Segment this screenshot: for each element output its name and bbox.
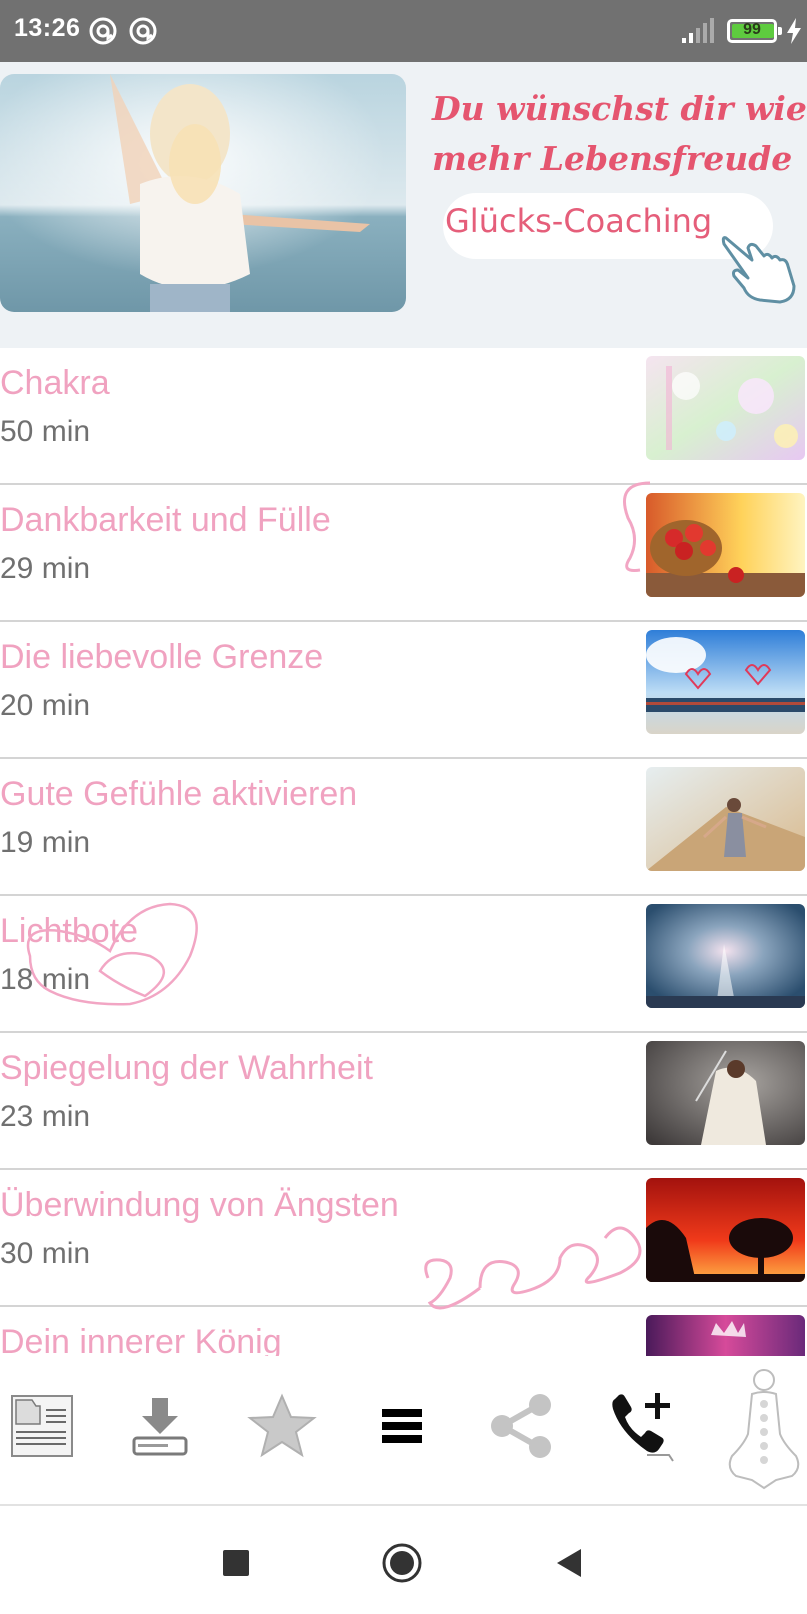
item-thumbnail	[646, 904, 805, 1008]
item-thumbnail	[646, 1178, 805, 1282]
sync-icon	[89, 17, 117, 45]
recents-button[interactable]	[211, 1538, 261, 1588]
menu-icon	[382, 1409, 422, 1443]
star-icon	[247, 1393, 317, 1458]
favorite-button[interactable]	[242, 1386, 322, 1466]
banner-photo	[0, 74, 406, 312]
item-title: Spiegelung der Wahrheit	[0, 1049, 373, 1087]
item-title: Dein innerer König	[0, 1323, 282, 1356]
status-time: 13:26	[14, 14, 81, 42]
coaching-button-label: Glücks-Coaching	[445, 202, 713, 240]
list-item[interactable]: Spiegelung der Wahrheit 23 min	[0, 1033, 807, 1170]
document-button[interactable]	[2, 1386, 82, 1466]
item-duration: 29 min	[0, 552, 91, 585]
item-thumbnail	[646, 1041, 805, 1145]
add-call-button[interactable]	[602, 1386, 682, 1466]
bottom-toolbar	[0, 1356, 807, 1506]
item-title: Dankbarkeit und Fülle	[0, 501, 331, 539]
share-button[interactable]	[482, 1386, 562, 1466]
list-menu-button[interactable]	[362, 1386, 442, 1466]
list-item[interactable]: Dein innerer König	[0, 1307, 807, 1356]
item-duration: 20 min	[0, 689, 91, 722]
back-button[interactable]	[544, 1538, 594, 1588]
home-button[interactable]	[377, 1538, 427, 1588]
pointing-hand-icon	[721, 236, 796, 304]
add-call-icon	[612, 1393, 674, 1462]
list-item[interactable]: Überwindung von Ängsten 30 min	[0, 1170, 807, 1307]
item-title: Überwindung von Ängsten	[0, 1186, 399, 1224]
download-button[interactable]	[120, 1386, 200, 1466]
home-icon	[382, 1543, 422, 1583]
back-icon	[557, 1549, 581, 1577]
navigation-bar	[0, 1508, 807, 1614]
battery-level: 99	[743, 21, 761, 38]
banner-headline: Du wünschst dir wieder mehr Lebensfreude…	[432, 84, 807, 184]
battery-icon: 99	[727, 19, 782, 43]
sync-icon	[129, 17, 157, 45]
banner-headline-line2: mehr Lebensfreude ?	[432, 139, 807, 178]
status-bar: 13:26 99	[0, 0, 807, 62]
recents-icon	[223, 1550, 249, 1576]
chakra-body-icon	[728, 1369, 800, 1490]
share-icon	[491, 1394, 551, 1458]
item-duration: 23 min	[0, 1100, 91, 1133]
item-duration: 50 min	[0, 415, 91, 448]
download-icon	[132, 1398, 188, 1456]
chakra-button[interactable]	[722, 1364, 806, 1496]
item-title: Die liebevolle Grenze	[0, 638, 324, 676]
banner-headline-line1: Du wünschst dir wieder	[432, 89, 807, 128]
item-thumbnail	[646, 630, 805, 734]
signal-icon	[682, 18, 714, 43]
item-thumbnail	[646, 356, 805, 460]
document-icon	[11, 1395, 73, 1457]
list-item[interactable]: Gute Gefühle aktivieren 19 min	[0, 759, 807, 896]
list-item[interactable]: Chakra 50 min	[0, 348, 807, 485]
charging-icon	[787, 18, 801, 44]
item-duration: 30 min	[0, 1237, 91, 1270]
item-title: Lichtbote	[0, 912, 138, 950]
item-title: Gute Gefühle aktivieren	[0, 775, 358, 813]
promo-banner[interactable]: Du wünschst dir wieder mehr Lebensfreude…	[0, 62, 807, 348]
item-thumbnail	[646, 493, 805, 597]
item-thumbnail	[646, 1315, 805, 1356]
item-title: Chakra	[0, 364, 110, 402]
meditation-list: Chakra 50 min Dankbarkeit und Fülle 29 m…	[0, 348, 807, 1356]
list-item[interactable]: Dankbarkeit und Fülle 29 min	[0, 485, 807, 622]
item-duration: 18 min	[0, 963, 91, 996]
item-duration: 19 min	[0, 826, 91, 859]
list-item[interactable]: Die liebevolle Grenze 20 min	[0, 622, 807, 759]
item-thumbnail	[646, 767, 805, 871]
list-item[interactable]: Lichtbote 18 min	[0, 896, 807, 1033]
